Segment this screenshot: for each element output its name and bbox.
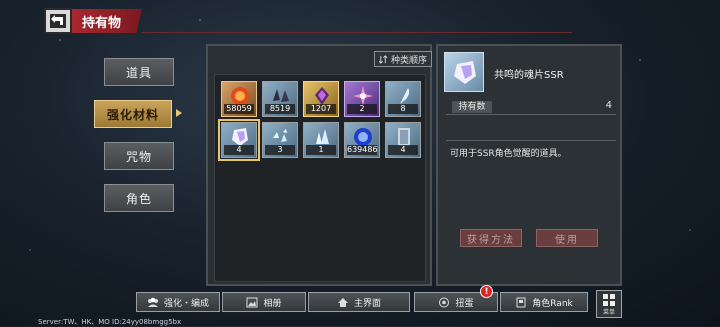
gacha-icon [439,297,450,307]
sort-label: 种类顺序 [390,55,427,66]
title-underline [142,32,572,33]
nav-label: 强化・编成 [163,298,209,309]
sort-icon [378,54,388,64]
inventory-item-feather[interactable]: 8 [385,81,421,117]
owned-count-label: 持有数 [452,101,492,113]
tab-enhance-materials[interactable]: 强化材料 [94,100,172,128]
inventory-item-gold-crystal[interactable]: 1207 [303,81,339,117]
nav-album-button[interactable]: 相册 [222,292,306,312]
detail-item-name: 共鸣的魂片SSR [494,70,564,81]
tab-curses[interactable]: 咒物 [104,142,174,170]
item-count: 639486 [347,145,378,155]
inventory-grid: 58059 8519 1207 2 8 4 3 1 639486 4 [214,74,426,282]
owned-count-value: 4 [605,100,612,111]
item-count: 58059 [224,104,254,114]
owned-count-row: 持有数 4 [446,100,616,115]
inventory-item-stone-tablet[interactable]: 4 [385,122,421,158]
item-detail-panel: 共鸣的魂片SSR 持有数 4 可用于SSR角色觉醒的道具。 获得方法 使用 [436,44,622,286]
sort-button[interactable]: 种类顺序 [374,51,432,67]
use-button[interactable]: 使用 [536,229,598,247]
nav-label: 扭蛋 [455,298,474,309]
item-count: 4 [224,145,254,155]
item-count: 8519 [265,104,295,114]
page-title: 持有物 [72,9,142,33]
active-tab-arrow-icon [176,109,182,117]
nav-character-rank-button[interactable]: 角色Rank [500,292,588,312]
detail-item-image [444,52,484,92]
album-icon [246,297,258,307]
item-count: 8 [388,104,418,114]
soul-shard-ssr-icon [454,61,476,84]
menu-grid-icon [603,293,615,306]
home-icon [337,297,348,307]
nav-label: 主界面 [353,298,381,309]
inventory-item-soul-shard-ssr[interactable]: 4 [218,119,260,161]
detail-divider [446,140,616,141]
nav-home-button[interactable]: 主界面 [308,292,410,312]
inventory-item-dark-shards[interactable]: 8519 [262,81,298,117]
inventory-item-blue-fragments[interactable]: 3 [262,122,298,158]
nav-label: 角色Rank [532,298,573,309]
inventory-item-purple-star-crystal[interactable]: 2 [344,81,380,117]
nav-label: 相册 [263,298,282,309]
back-arrow-icon [50,14,66,28]
menu-button[interactable]: 菜单 [596,290,622,318]
tab-items[interactable]: 道具 [104,58,174,86]
tab-characters[interactable]: 角色 [104,184,174,212]
nav-enhance-party-button[interactable]: 强化・编成 [136,292,220,312]
item-count: 4 [388,145,418,155]
gacha-notification-badge: ! [480,285,493,298]
item-count: 2 [347,104,377,114]
item-count: 1207 [306,104,336,114]
inventory-item-crystal-cluster[interactable]: 1 [303,122,339,158]
back-button[interactable] [44,8,72,34]
party-icon [147,297,158,307]
rank-icon [516,297,526,307]
obtain-method-button[interactable]: 获得方法 [460,229,522,247]
item-count: 1 [306,145,336,155]
item-count: 3 [265,145,295,155]
item-description: 可用于SSR角色觉醒的道具。 [450,149,567,159]
inventory-item-orange-orb[interactable]: 58059 [221,81,257,117]
inventory-panel: 种类顺序 58059 8519 1207 2 8 4 3 1 639486 4 [206,44,432,286]
inventory-item-blue-orb[interactable]: 639486 [344,122,380,158]
menu-label: 菜单 [602,308,615,316]
